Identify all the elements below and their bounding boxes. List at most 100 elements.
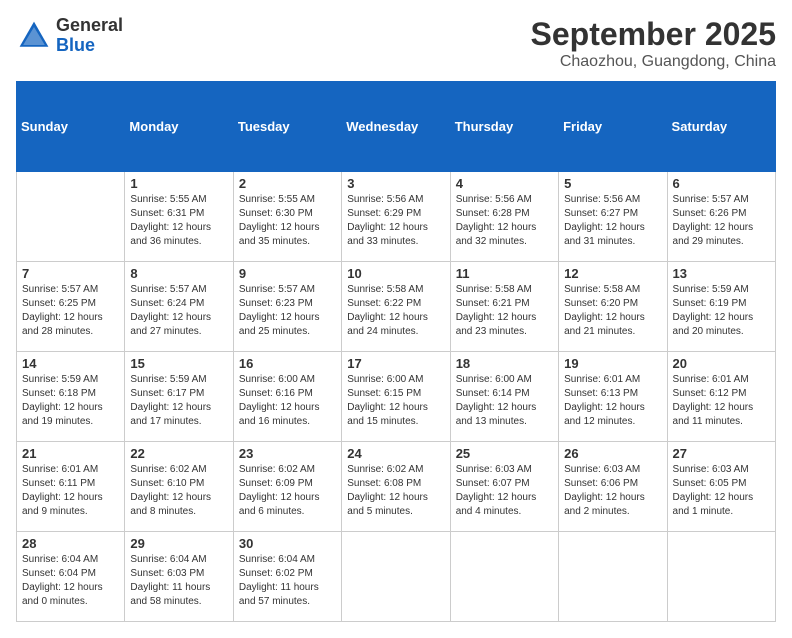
- day-number: 25: [456, 446, 553, 461]
- calendar-cell: 17 Sunrise: 6:00 AM Sunset: 6:15 PM Dayli…: [342, 352, 450, 442]
- day-number: 19: [564, 356, 661, 371]
- logo-general: General: [56, 16, 123, 36]
- calendar-cell: 16 Sunrise: 6:00 AM Sunset: 6:16 PM Dayli…: [233, 352, 341, 442]
- day-number: 20: [673, 356, 770, 371]
- calendar-cell: [559, 532, 667, 622]
- weekday-header: Saturday: [667, 82, 775, 172]
- day-info: Sunrise: 6:03 AM Sunset: 6:07 PM Dayligh…: [456, 463, 553, 519]
- day-number: 23: [239, 446, 336, 461]
- calendar-cell: 9 Sunrise: 5:57 AM Sunset: 6:23 PM Daylig…: [233, 262, 341, 352]
- calendar-cell: [17, 172, 125, 262]
- day-number: 12: [564, 266, 661, 281]
- calendar-cell: 19Sunrise: 6:01 AM Sunset: 6:13 PM Dayli…: [559, 352, 667, 442]
- day-number: 26: [564, 446, 661, 461]
- day-info: Sunrise: 6:04 AM Sunset: 6:04 PM Dayligh…: [22, 553, 119, 609]
- day-number: 4: [456, 176, 553, 191]
- day-info: Sunrise: 6:00 AM Sunset: 6:16 PM Dayligh…: [239, 373, 336, 429]
- day-number: 17: [347, 356, 444, 371]
- logo-blue: Blue: [56, 36, 123, 56]
- title-area: September 2025 Chaozhou, Guangdong, Chin…: [531, 16, 776, 71]
- calendar-week-row: 14 Sunrise: 5:59 AM Sunset: 6:18 PM Dayli…: [17, 352, 776, 442]
- calendar-cell: 8 Sunrise: 5:57 AM Sunset: 6:24 PM Daylig…: [125, 262, 233, 352]
- calendar-cell: 22 Sunrise: 6:02 AM Sunset: 6:10 PM Dayli…: [125, 442, 233, 532]
- day-number: 18: [456, 356, 553, 371]
- day-info: Sunrise: 5:56 AM Sunset: 6:28 PM Dayligh…: [456, 193, 553, 249]
- day-number: 30: [239, 536, 336, 551]
- calendar-cell: 3 Sunrise: 5:56 AM Sunset: 6:29 PM Daylig…: [342, 172, 450, 262]
- logo: General Blue: [16, 16, 123, 56]
- day-info: Sunrise: 6:00 AM Sunset: 6:14 PM Dayligh…: [456, 373, 553, 429]
- calendar-cell: 14 Sunrise: 5:59 AM Sunset: 6:18 PM Dayli…: [17, 352, 125, 442]
- calendar-cell: 26 Sunrise: 6:03 AM Sunset: 6:06 PM Dayli…: [559, 442, 667, 532]
- day-info: Sunrise: 5:59 AM Sunset: 6:17 PM Dayligh…: [130, 373, 227, 429]
- day-info: Sunrise: 6:00 AM Sunset: 6:15 PM Dayligh…: [347, 373, 444, 429]
- day-number: 8: [130, 266, 227, 281]
- day-number: 1: [130, 176, 227, 191]
- day-number: 21: [22, 446, 119, 461]
- weekday-header: Wednesday: [342, 82, 450, 172]
- calendar-cell: 12Sunrise: 5:58 AM Sunset: 6:20 PM Dayli…: [559, 262, 667, 352]
- day-number: 29: [130, 536, 227, 551]
- calendar-week-row: 1Sunrise: 5:55 AM Sunset: 6:31 PM Daylig…: [17, 172, 776, 262]
- day-info: Sunrise: 6:03 AM Sunset: 6:06 PM Dayligh…: [564, 463, 661, 519]
- calendar-cell: [450, 532, 558, 622]
- calendar-header-row: SundayMondayTuesdayWednesdayThursdayFrid…: [17, 82, 776, 172]
- weekday-header: Thursday: [450, 82, 558, 172]
- day-number: 6: [673, 176, 770, 191]
- calendar-cell: 11 Sunrise: 5:58 AM Sunset: 6:21 PM Dayli…: [450, 262, 558, 352]
- day-info: Sunrise: 6:01 AM Sunset: 6:11 PM Dayligh…: [22, 463, 119, 519]
- calendar-week-row: 7 Sunrise: 5:57 AM Sunset: 6:25 PM Daylig…: [17, 262, 776, 352]
- calendar-cell: 4 Sunrise: 5:56 AM Sunset: 6:28 PM Daylig…: [450, 172, 558, 262]
- day-number: 10: [347, 266, 444, 281]
- page-header: General Blue September 2025 Chaozhou, Gu…: [16, 16, 776, 71]
- calendar-cell: 6 Sunrise: 5:57 AM Sunset: 6:26 PM Daylig…: [667, 172, 775, 262]
- calendar-cell: 1Sunrise: 5:55 AM Sunset: 6:31 PM Daylig…: [125, 172, 233, 262]
- calendar-week-row: 28Sunrise: 6:04 AM Sunset: 6:04 PM Dayli…: [17, 532, 776, 622]
- day-info: Sunrise: 6:02 AM Sunset: 6:10 PM Dayligh…: [130, 463, 227, 519]
- calendar-cell: 23 Sunrise: 6:02 AM Sunset: 6:09 PM Dayli…: [233, 442, 341, 532]
- day-number: 22: [130, 446, 227, 461]
- calendar-cell: 30Sunrise: 6:04 AM Sunset: 6:02 PM Dayli…: [233, 532, 341, 622]
- day-info: Sunrise: 6:02 AM Sunset: 6:09 PM Dayligh…: [239, 463, 336, 519]
- day-info: Sunrise: 5:57 AM Sunset: 6:26 PM Dayligh…: [673, 193, 770, 249]
- day-info: Sunrise: 5:56 AM Sunset: 6:29 PM Dayligh…: [347, 193, 444, 249]
- weekday-header: Tuesday: [233, 82, 341, 172]
- day-number: 13: [673, 266, 770, 281]
- day-number: 7: [22, 266, 119, 281]
- day-info: Sunrise: 5:59 AM Sunset: 6:18 PM Dayligh…: [22, 373, 119, 429]
- day-info: Sunrise: 5:58 AM Sunset: 6:21 PM Dayligh…: [456, 283, 553, 339]
- day-info: Sunrise: 5:57 AM Sunset: 6:24 PM Dayligh…: [130, 283, 227, 339]
- day-number: 14: [22, 356, 119, 371]
- day-info: Sunrise: 5:57 AM Sunset: 6:23 PM Dayligh…: [239, 283, 336, 339]
- day-number: 3: [347, 176, 444, 191]
- day-number: 27: [673, 446, 770, 461]
- calendar-cell: 28Sunrise: 6:04 AM Sunset: 6:04 PM Dayli…: [17, 532, 125, 622]
- day-number: 5: [564, 176, 661, 191]
- logo-icon: [16, 18, 52, 54]
- calendar: SundayMondayTuesdayWednesdayThursdayFrid…: [16, 81, 776, 622]
- location-title: Chaozhou, Guangdong, China: [531, 53, 776, 71]
- day-number: 24: [347, 446, 444, 461]
- day-number: 2: [239, 176, 336, 191]
- calendar-cell: 7 Sunrise: 5:57 AM Sunset: 6:25 PM Daylig…: [17, 262, 125, 352]
- day-info: Sunrise: 6:04 AM Sunset: 6:03 PM Dayligh…: [130, 553, 227, 609]
- logo-text: General Blue: [56, 16, 123, 56]
- day-info: Sunrise: 5:55 AM Sunset: 6:30 PM Dayligh…: [239, 193, 336, 249]
- day-info: Sunrise: 5:57 AM Sunset: 6:25 PM Dayligh…: [22, 283, 119, 339]
- day-number: 15: [130, 356, 227, 371]
- month-title: September 2025: [531, 16, 776, 53]
- calendar-cell: 15 Sunrise: 5:59 AM Sunset: 6:17 PM Dayli…: [125, 352, 233, 442]
- calendar-cell: 21 Sunrise: 6:01 AM Sunset: 6:11 PM Dayli…: [17, 442, 125, 532]
- weekday-header: Monday: [125, 82, 233, 172]
- calendar-cell: 5Sunrise: 5:56 AM Sunset: 6:27 PM Daylig…: [559, 172, 667, 262]
- calendar-cell: 2 Sunrise: 5:55 AM Sunset: 6:30 PM Daylig…: [233, 172, 341, 262]
- day-number: 16: [239, 356, 336, 371]
- calendar-cell: 24 Sunrise: 6:02 AM Sunset: 6:08 PM Dayli…: [342, 442, 450, 532]
- day-info: Sunrise: 6:02 AM Sunset: 6:08 PM Dayligh…: [347, 463, 444, 519]
- calendar-cell: [342, 532, 450, 622]
- day-info: Sunrise: 6:03 AM Sunset: 6:05 PM Dayligh…: [673, 463, 770, 519]
- day-number: 11: [456, 266, 553, 281]
- calendar-cell: 10Sunrise: 5:58 AM Sunset: 6:22 PM Dayli…: [342, 262, 450, 352]
- calendar-cell: 27 Sunrise: 6:03 AM Sunset: 6:05 PM Dayli…: [667, 442, 775, 532]
- day-number: 9: [239, 266, 336, 281]
